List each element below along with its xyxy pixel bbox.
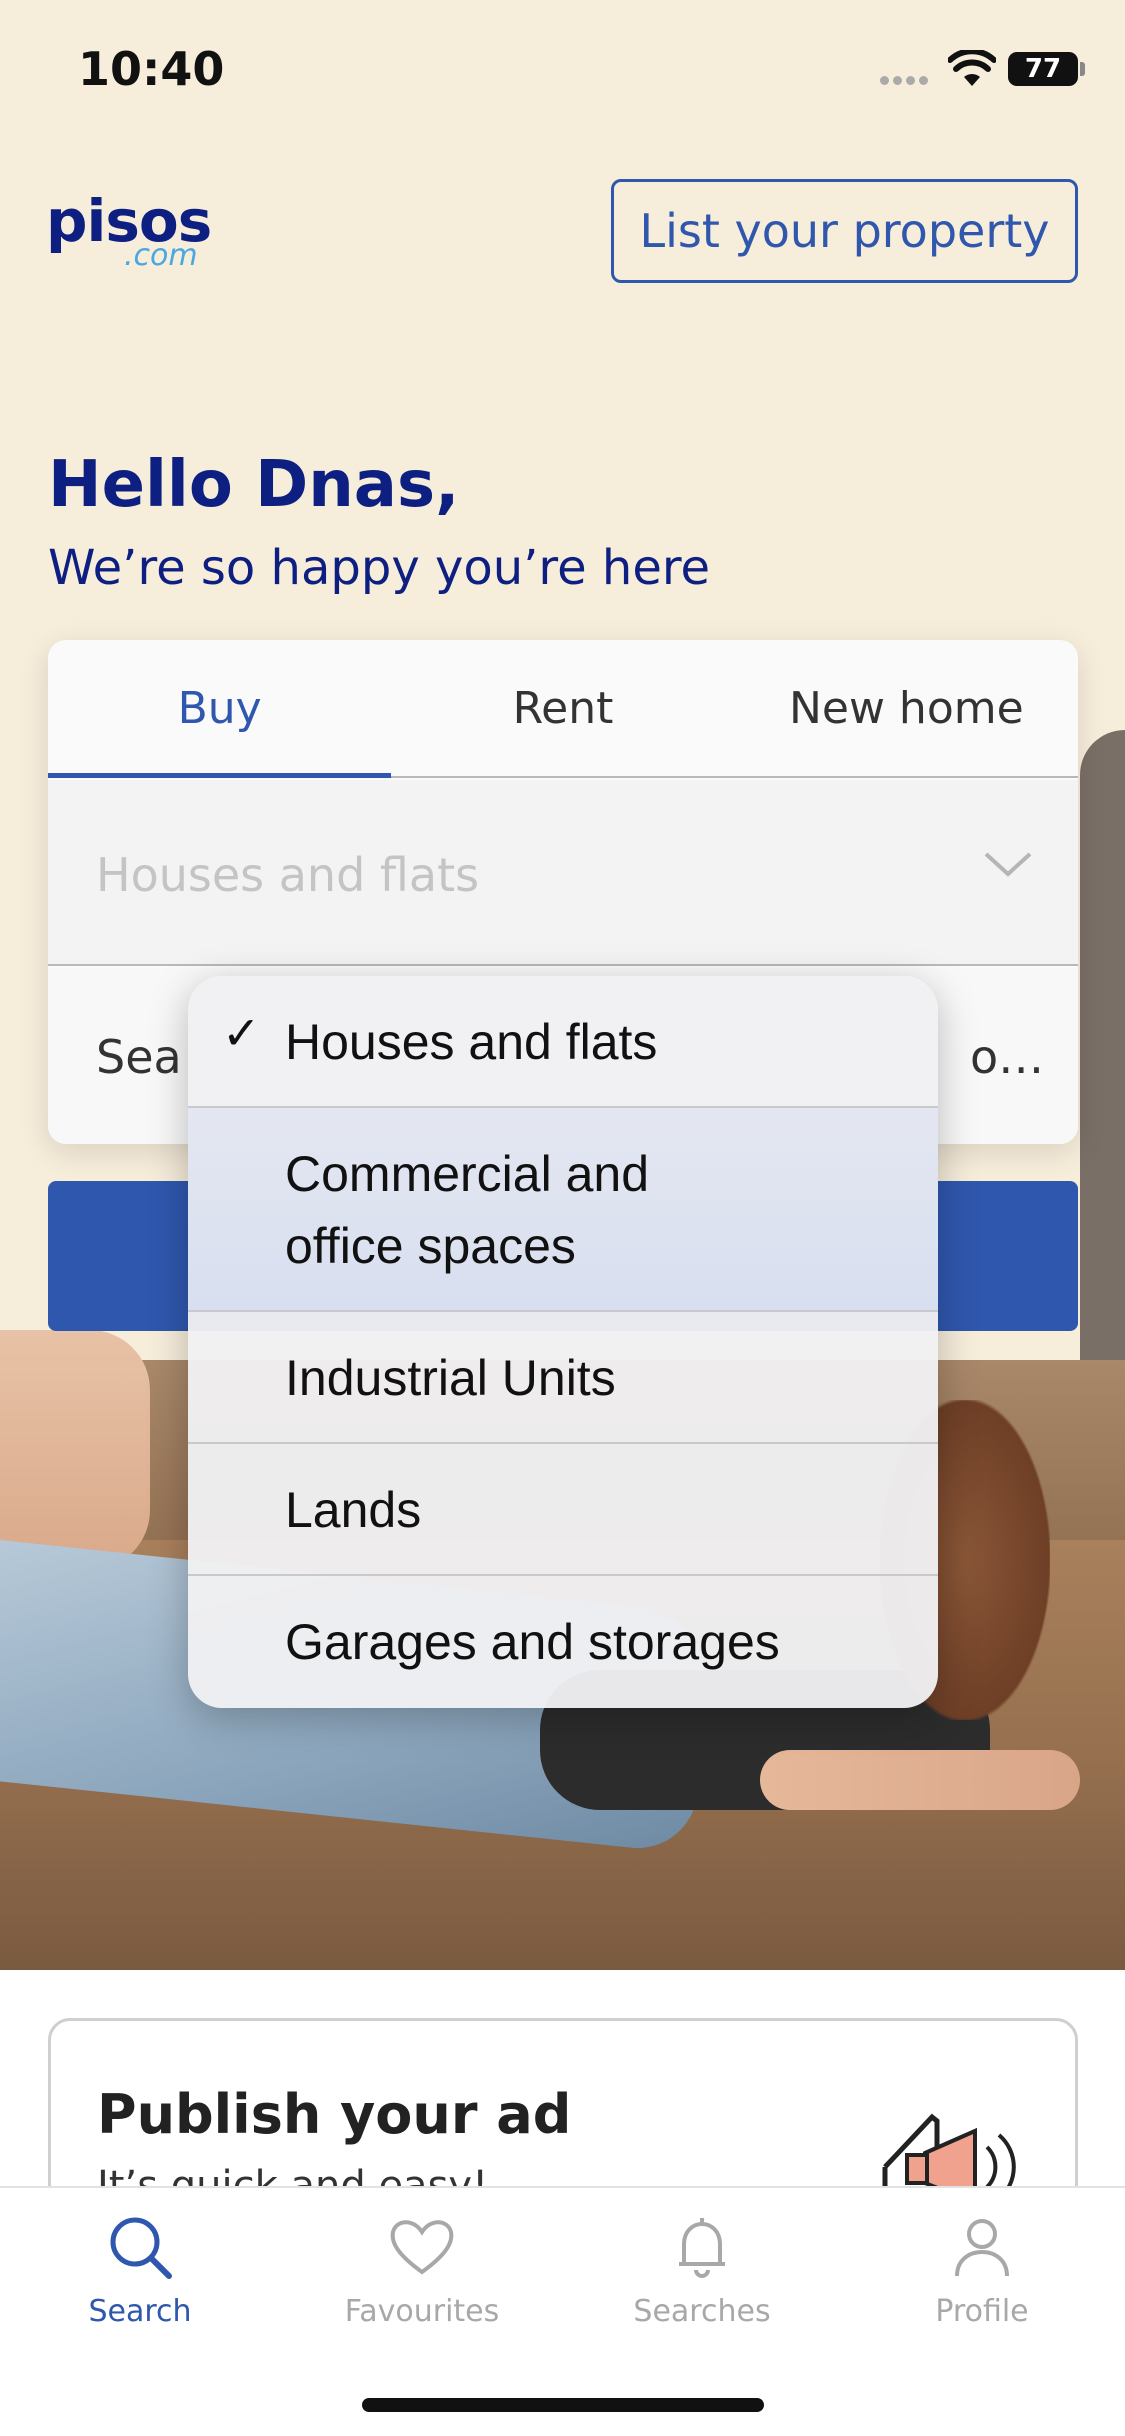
dropdown-item-industrial-units[interactable]: Industrial Units bbox=[188, 1312, 938, 1444]
dropdown-item-commercial-and-office[interactable]: Commercial and office spaces bbox=[188, 1108, 938, 1312]
dropdown-item-label-line1: Commercial and bbox=[285, 1146, 650, 1202]
status-bar: 10:40 77 bbox=[0, 0, 1125, 140]
dropdown-item-garages-and-storages[interactable]: Garages and storages bbox=[188, 1576, 938, 1708]
checkmark-icon: ✓ bbox=[222, 1006, 261, 1060]
dropdown-item-label: Houses and flats bbox=[285, 1014, 658, 1070]
dropdown-item-label: Lands bbox=[285, 1482, 422, 1538]
list-property-button[interactable]: List your property bbox=[611, 179, 1078, 283]
user-icon bbox=[955, 2219, 1009, 2277]
battery-indicator: 77 bbox=[1008, 52, 1078, 86]
nav-searches[interactable]: Searches bbox=[592, 2212, 812, 2329]
dropdown-item-lands[interactable]: Lands bbox=[188, 1444, 938, 1576]
nav-search[interactable]: Search bbox=[30, 2212, 250, 2329]
dropdown-item-label: Garages and storages bbox=[285, 1614, 780, 1670]
property-type-select[interactable]: Houses and flats bbox=[48, 780, 1078, 966]
location-placeholder-end: o… bbox=[970, 1030, 1045, 1084]
nav-label: Searches bbox=[633, 2294, 771, 2329]
pisos-logo: pisos .com bbox=[46, 192, 212, 273]
signal-icon bbox=[880, 72, 932, 85]
dropdown-item-houses-and-flats[interactable]: ✓ Houses and flats bbox=[188, 976, 938, 1108]
greeting-subtitle: We’re so happy you’re here bbox=[48, 540, 711, 596]
greeting-title: Hello Dnas, bbox=[48, 448, 460, 522]
heart-icon bbox=[390, 2220, 454, 2275]
property-type-value: Houses and flats bbox=[96, 848, 480, 902]
nav-favourites[interactable]: Favourites bbox=[312, 2212, 532, 2329]
nav-profile[interactable]: Profile bbox=[872, 2212, 1092, 2329]
publish-title: Publish your ad bbox=[97, 2083, 572, 2146]
battery-nub bbox=[1080, 62, 1085, 76]
status-time: 10:40 bbox=[78, 42, 225, 96]
nav-label: Search bbox=[88, 2294, 192, 2329]
search-icon bbox=[110, 2217, 172, 2279]
wifi-icon bbox=[948, 50, 996, 86]
property-type-dropdown: ✓ Houses and flats Commercial and office… bbox=[188, 976, 938, 1708]
tab-new-home[interactable]: New home bbox=[735, 640, 1078, 776]
dropdown-item-label: Industrial Units bbox=[285, 1350, 616, 1406]
tab-buy[interactable]: Buy bbox=[48, 640, 392, 778]
bell-icon bbox=[679, 2218, 725, 2278]
logo-sub: .com bbox=[124, 238, 198, 273]
search-tabs: Buy Rent New home bbox=[48, 640, 1078, 778]
nav-label: Favourites bbox=[344, 2294, 500, 2329]
chevron-down-icon bbox=[984, 852, 1032, 877]
home-indicator bbox=[362, 2398, 764, 2412]
nav-label: Profile bbox=[935, 2294, 1029, 2329]
dropdown-item-label-line2: office spaces bbox=[285, 1218, 576, 1274]
tab-rent[interactable]: Rent bbox=[391, 640, 734, 776]
